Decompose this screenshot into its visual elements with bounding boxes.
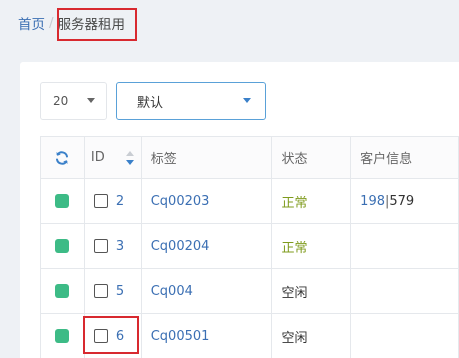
customer-value: 579 [389,193,415,209]
row-tag-link[interactable]: Cq00501 [151,329,210,344]
status-square-icon [55,239,70,253]
refresh-icon[interactable] [54,150,70,166]
row-status: 正常 [281,195,308,211]
row-id-link[interactable]: 3 [116,239,124,254]
row-status: 空闲 [281,285,308,301]
status-indicator-cell [40,178,85,224]
customer-cell [350,313,459,358]
row-status: 正常 [281,240,308,256]
row-tag-link[interactable]: Cq00204 [151,239,210,254]
table-header-row: ID 标签 状态 客户信息 [40,136,459,179]
status-indicator-cell [40,223,85,269]
tag-cell: Cq00204 [140,223,273,269]
row-checkbox[interactable] [93,239,108,253]
page-size-value: 20 [53,94,69,108]
column-header-status[interactable]: 状态 [271,136,352,179]
highlight-box-breadcrumb [57,8,137,41]
column-header-customer[interactable]: 客户信息 [350,136,459,179]
refresh-header[interactable] [40,136,85,179]
sort-select-value: 默认 [137,95,164,111]
status-indicator-cell [40,268,85,314]
page-size-select[interactable]: 20 [40,82,107,120]
status-square-icon [55,329,70,343]
tag-cell: Cq00501 [140,313,273,358]
customer-cell [350,223,459,269]
column-header-tag[interactable]: 标签 [140,136,273,179]
table-row: 3 Cq00204 正常 [40,223,459,269]
status-indicator-cell [40,313,85,358]
breadcrumb-home-link[interactable]: 首页 [18,13,45,33]
row-checkbox[interactable] [93,284,108,298]
row-status: 空闲 [281,330,308,346]
customer-cell [350,268,459,314]
status-square-icon [55,194,70,208]
id-cell: 3 [83,223,142,269]
row-checkbox[interactable] [93,194,108,208]
customer-cell: 198|579 [350,178,459,224]
table-row: 2 Cq00203 正常 198|579 [40,178,459,224]
status-cell: 空闲 [271,313,352,358]
customer-link[interactable]: 198 [360,194,385,209]
row-id-link[interactable]: 2 [116,194,124,209]
row-tag-link[interactable]: Cq004 [151,284,193,299]
column-header-id[interactable]: ID [83,136,142,179]
sort-select[interactable]: 默认 [116,82,266,120]
row-id-link[interactable]: 5 [116,284,124,299]
row-tag-link[interactable]: Cq00203 [151,194,210,209]
id-cell: 2 [83,178,142,224]
chevron-down-icon [87,98,95,103]
status-cell: 正常 [271,178,352,224]
status-cell: 空闲 [271,268,352,314]
tag-cell: Cq00203 [140,178,273,224]
table-row: 5 Cq004 空闲 [40,268,459,314]
breadcrumb-separator: / [49,15,54,31]
column-header-id-label: ID [90,150,105,165]
sort-icon[interactable] [125,150,135,166]
id-cell: 5 [83,268,142,314]
chevron-down-icon [243,98,251,103]
tag-cell: Cq004 [140,268,273,314]
status-square-icon [55,284,70,298]
status-cell: 正常 [271,223,352,269]
highlight-box-row-6 [83,316,139,354]
